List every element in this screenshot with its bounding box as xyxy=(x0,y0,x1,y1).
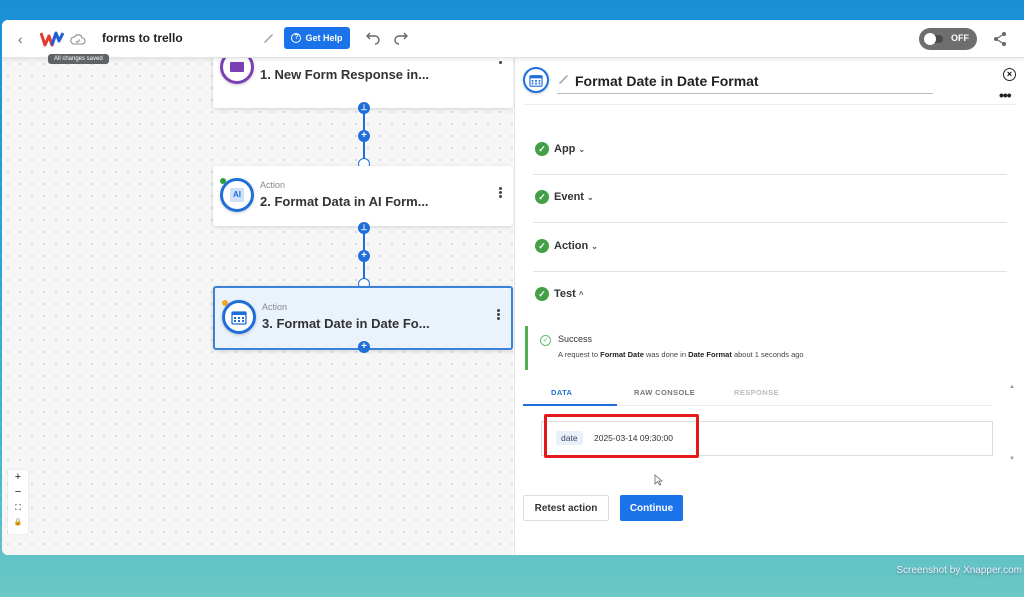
close-icon[interactable]: × xyxy=(1003,68,1016,81)
node-menu-button[interactable] xyxy=(497,186,503,202)
msg-prefix: A request to xyxy=(558,350,601,359)
workflow-canvas[interactable]: 1. New Form Response in... ⊥ + AI Action… xyxy=(2,46,513,555)
data-value: 2025-03-14 09:30:00 xyxy=(594,433,673,443)
node-title: 2. Format Data in AI Form... xyxy=(260,194,429,209)
section-test-label: Test xyxy=(554,288,576,300)
node-title: 3. Format Date in Date Fo... xyxy=(262,316,430,331)
node-title: 1. New Form Response in... xyxy=(260,67,430,82)
flow-name[interactable]: forms to trello xyxy=(102,31,183,45)
active-tab-indicator xyxy=(523,404,617,406)
section-action[interactable]: ✓ Action ⌄ xyxy=(533,239,1007,287)
fit-view-button[interactable]: ⛶ xyxy=(8,500,28,515)
zoom-out-button[interactable]: − xyxy=(8,485,28,500)
success-check-icon: ✓ xyxy=(540,335,551,346)
mouse-cursor-icon xyxy=(654,474,663,486)
redo-icon[interactable] xyxy=(393,31,409,45)
success-message: A request to Format Date was done in Dat… xyxy=(558,350,804,359)
save-status-tooltip: All changes saved xyxy=(48,54,109,64)
msg-suffix: about 1 seconds ago xyxy=(731,350,804,359)
share-icon[interactable] xyxy=(992,31,1008,47)
top-bar: ‹ forms to trello ? Get Help OFF xyxy=(2,20,1024,58)
section-app[interactable]: ✓ App ⌄ xyxy=(533,142,1007,190)
title-underline xyxy=(557,93,933,94)
section-test[interactable]: ✓ Test ^ xyxy=(533,287,1007,307)
section-label: Event ⌄ xyxy=(554,191,594,203)
check-circle-icon: ✓ xyxy=(535,142,549,156)
section-event[interactable]: ✓ Event ⌄ xyxy=(533,190,1007,238)
tab-raw-console[interactable]: RAW CONSOLE xyxy=(634,388,695,397)
get-help-button[interactable]: ? Get Help xyxy=(284,27,350,49)
undo-icon[interactable] xyxy=(365,31,381,45)
data-output-row: date 2025-03-14 09:30:00 xyxy=(541,421,993,456)
back-chevron-icon[interactable]: ‹ xyxy=(18,30,32,48)
success-title: Success xyxy=(558,334,593,344)
check-circle-icon: ✓ xyxy=(535,287,549,301)
divider xyxy=(533,271,1007,272)
status-dot xyxy=(222,300,228,306)
scroll-up-arrow[interactable]: ▲ xyxy=(1009,384,1015,390)
step-detail-panel: Format Date in Date Format × ••• ✓ App ⌄ … xyxy=(514,58,1024,555)
section-label: App ⌄ xyxy=(554,143,585,155)
get-help-label: Get Help xyxy=(305,33,343,43)
section-app-label: App xyxy=(554,143,576,155)
msg-action: Format Date xyxy=(600,350,644,359)
scroll-down-arrow[interactable]: ▼ xyxy=(1009,456,1015,462)
success-alert: ✓ Success A request to Format Date was d… xyxy=(525,326,1005,370)
divider xyxy=(533,222,1007,223)
cloud-saved-icon xyxy=(70,34,86,45)
zoom-controls: + − ⛶ 🔒 xyxy=(8,470,28,534)
chevron-down-icon: ⌄ xyxy=(578,145,586,154)
node-type: Action xyxy=(262,302,288,312)
tab-data[interactable]: DATA xyxy=(551,388,572,397)
node-menu-button[interactable] xyxy=(495,308,501,324)
node-menu-button[interactable] xyxy=(497,60,503,76)
add-step-button[interactable]: + xyxy=(358,341,370,353)
retest-action-button[interactable]: Retest action xyxy=(523,495,609,521)
help-icon: ? xyxy=(291,33,302,43)
data-key: date xyxy=(556,431,583,445)
msg-app: Date Format xyxy=(688,350,732,359)
section-label: Action ⌄ xyxy=(554,240,598,252)
add-step-button[interactable]: + xyxy=(358,130,370,142)
divider xyxy=(523,104,1016,105)
branch-icon[interactable]: ⊥ xyxy=(358,222,370,234)
continue-button[interactable]: Continue xyxy=(620,495,683,521)
section-event-label: Event xyxy=(554,191,584,203)
node-type: Action xyxy=(260,180,286,190)
check-circle-icon: ✓ xyxy=(535,190,549,204)
toggle-knob xyxy=(924,33,936,45)
tab-response[interactable]: RESPONSE xyxy=(734,388,779,397)
lock-button[interactable]: 🔒 xyxy=(8,515,28,530)
msg-mid: was done in xyxy=(643,350,689,359)
calendar-icon xyxy=(523,67,549,93)
status-dot xyxy=(220,178,226,184)
flow-active-toggle[interactable]: OFF xyxy=(919,28,977,50)
add-step-button[interactable]: + xyxy=(358,250,370,262)
check-circle-icon: ✓ xyxy=(535,239,549,253)
chevron-down-icon: ⌄ xyxy=(591,242,598,251)
watermark: Screenshot by Xnapper.com xyxy=(896,565,1022,576)
app-logo-icon xyxy=(40,31,64,47)
chevron-up-icon: ^ xyxy=(578,290,584,299)
toggle-label: OFF xyxy=(951,33,969,43)
workflow-node-2[interactable]: AI Action 2. Format Data in AI Form... xyxy=(213,166,513,226)
pencil-icon[interactable] xyxy=(558,73,570,85)
step-title[interactable]: Format Date in Date Format xyxy=(575,73,759,89)
chevron-down-icon: ⌄ xyxy=(586,193,594,202)
branch-icon[interactable]: ⊥ xyxy=(358,102,370,114)
pencil-icon[interactable] xyxy=(263,32,275,44)
section-action-label: Action xyxy=(554,240,589,252)
app-window: ‹ forms to trello ? Get Help OFF All cha… xyxy=(2,20,1024,555)
more-options-icon[interactable]: ••• xyxy=(999,88,1012,102)
result-tabs: DATA RAW CONSOLE RESPONSE xyxy=(523,380,993,406)
zoom-in-button[interactable]: + xyxy=(8,470,28,485)
divider xyxy=(533,174,1007,175)
section-label: Test ^ xyxy=(554,288,583,300)
